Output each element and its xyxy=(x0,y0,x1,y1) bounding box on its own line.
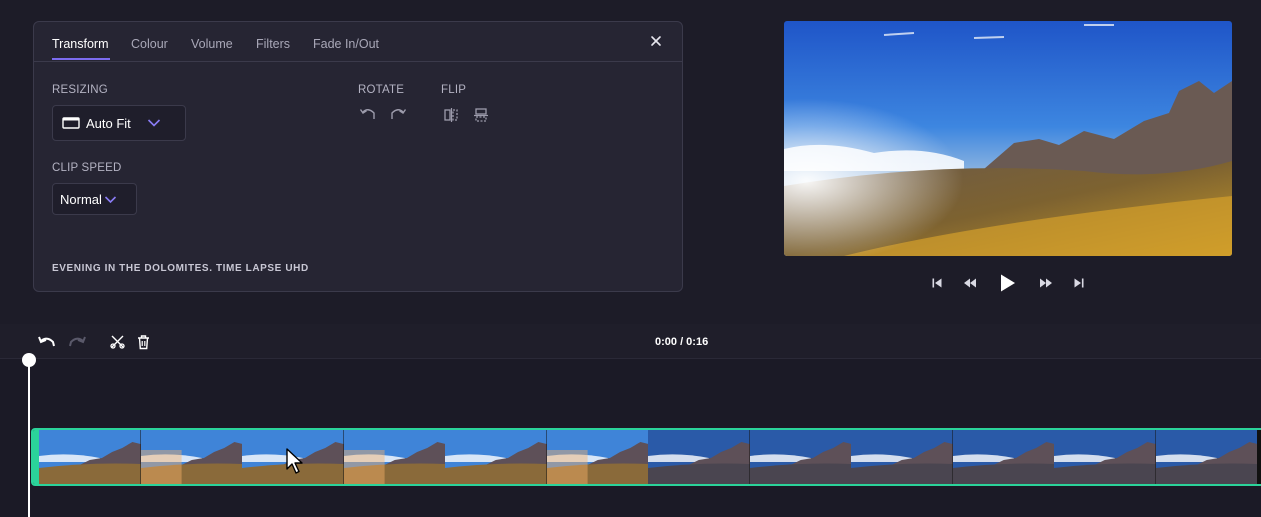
active-tab-indicator xyxy=(52,58,110,60)
rewind-icon[interactable] xyxy=(963,277,977,289)
play-icon[interactable] xyxy=(999,273,1017,293)
clip-thumbnail xyxy=(648,430,750,484)
tab-filters[interactable]: Filters xyxy=(256,37,290,51)
resizing-dropdown[interactable]: Auto Fit xyxy=(52,105,186,141)
skip-back-icon[interactable] xyxy=(931,277,943,289)
split-icon[interactable] xyxy=(110,334,125,349)
timeline-toolbar: 0:00 / 0:16 xyxy=(0,324,1261,359)
clip-speed-label: CLIP SPEED xyxy=(52,162,122,174)
tab-colour[interactable]: Colour xyxy=(131,37,168,51)
clip-thumbnail xyxy=(952,430,1054,484)
rotate-label: ROTATE xyxy=(358,84,405,96)
tab-transform[interactable]: Transform xyxy=(52,37,109,51)
close-icon[interactable] xyxy=(647,32,665,50)
fast-forward-icon[interactable] xyxy=(1039,277,1053,289)
playhead-handle[interactable] xyxy=(22,353,36,367)
playhead-line xyxy=(28,360,30,517)
clip-thumbnail xyxy=(445,430,547,484)
skip-forward-icon[interactable] xyxy=(1073,277,1085,289)
chevron-down-icon xyxy=(104,195,116,203)
video-preview xyxy=(784,21,1232,256)
video-clip[interactable] xyxy=(31,428,1261,486)
clip-thumbnail xyxy=(343,430,445,484)
rotate-right-icon[interactable] xyxy=(389,106,407,122)
panel-tabs: Transform Colour Volume Filters Fade In/… xyxy=(34,22,682,62)
tab-fade-in-out[interactable]: Fade In/Out xyxy=(313,37,379,51)
clip-thumbnails xyxy=(39,430,1257,484)
chevron-down-icon xyxy=(147,119,160,127)
tab-volume[interactable]: Volume xyxy=(191,37,233,51)
clip-title: EVENING IN THE DOLOMITES. TIME LAPSE UHD xyxy=(52,263,309,274)
clip-thumbnail xyxy=(140,430,242,484)
delete-icon[interactable] xyxy=(136,334,151,350)
timeline: 0:00 / 0:16 xyxy=(0,324,1261,517)
flip-label: FLIP xyxy=(441,84,467,96)
clip-thumbnail xyxy=(1054,430,1156,484)
clip-thumbnail xyxy=(1155,430,1257,484)
resizing-value: Auto Fit xyxy=(86,115,131,131)
undo-icon[interactable] xyxy=(37,334,57,350)
clip-speed-value: Normal xyxy=(60,191,102,207)
resizing-label: RESIZING xyxy=(52,84,108,96)
clip-thumbnail xyxy=(39,430,141,484)
clip-speed-dropdown[interactable]: Normal xyxy=(52,183,137,215)
clip-thumbnail xyxy=(546,430,648,484)
clip-thumbnail xyxy=(851,430,953,484)
timecode: 0:00 / 0:16 xyxy=(655,336,709,348)
properties-panel: Transform Colour Volume Filters Fade In/… xyxy=(33,21,683,292)
redo-icon[interactable] xyxy=(67,334,87,350)
clip-thumbnail xyxy=(749,430,851,484)
flip-vertical-icon[interactable] xyxy=(473,107,489,123)
aspect-ratio-icon xyxy=(62,117,80,129)
rotate-left-icon[interactable] xyxy=(359,106,377,122)
mouse-cursor-icon xyxy=(286,448,303,474)
flip-horizontal-icon[interactable] xyxy=(443,107,459,123)
